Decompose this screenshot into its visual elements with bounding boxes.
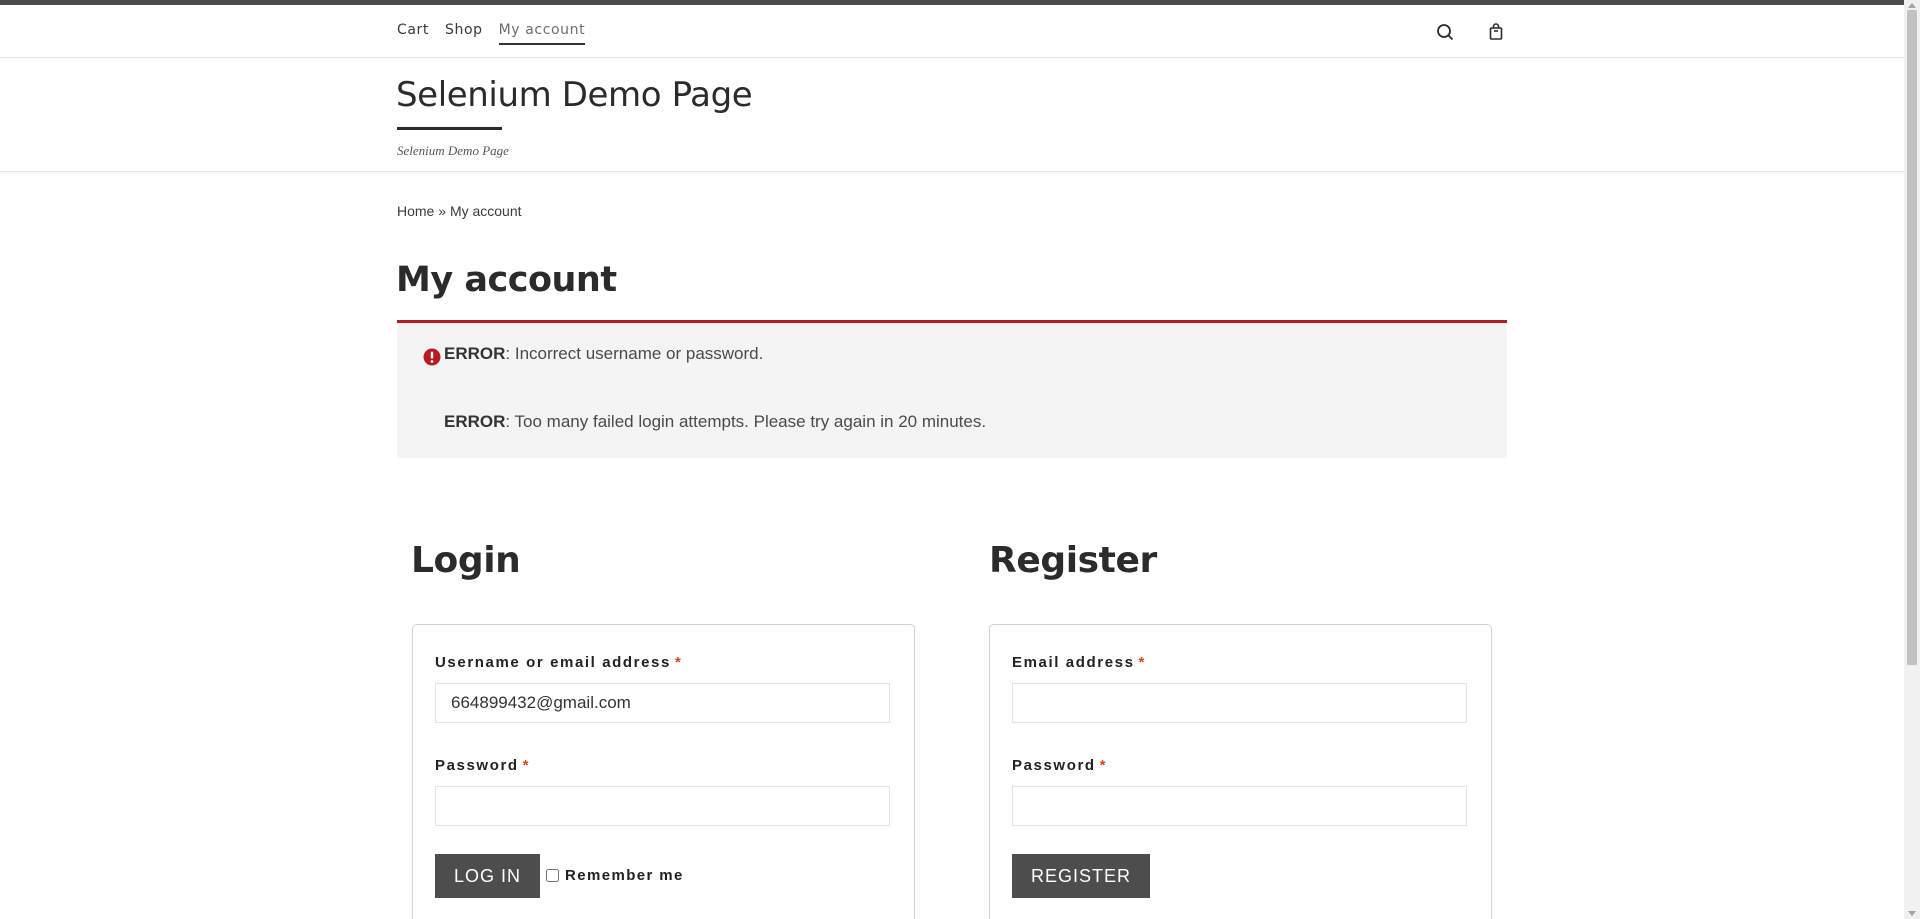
log-in-button[interactable]: LOG IN [435,854,541,898]
scroll-up-arrow[interactable] [1908,3,1916,8]
login-form: Username or email address* Password* LOG… [412,624,915,919]
error-text: : Incorrect username or password. [505,344,764,363]
shopping-bag-icon[interactable] [1485,21,1507,43]
required-marker: * [1138,654,1146,671]
register-heading: Register [989,540,1157,581]
error-icon [423,348,441,366]
register-password-field[interactable] [1012,786,1467,826]
breadcrumb-home[interactable]: Home [397,203,434,219]
register-button[interactable]: REGISTER [1012,854,1151,898]
nav-my-account[interactable]: My account [498,22,586,45]
scroll-thumb[interactable] [1907,10,1917,665]
register-email-field[interactable] [1012,683,1467,723]
remember-me[interactable]: Remember me [546,867,684,884]
email-label: Email address * [1012,654,1146,671]
error-notice: ERROR: Incorrect username or password. E… [397,320,1507,458]
required-marker: * [522,757,531,774]
nav-cart[interactable]: Cart [397,22,429,45]
error-label: ERROR [444,344,506,363]
error-text: : Too many failed login attempts. Please… [505,412,987,431]
username-label: Username or email address * [435,654,683,671]
password-label: Password * [435,757,531,774]
page-title: My account [396,260,617,300]
site-title[interactable]: Selenium Demo Page [396,75,753,115]
vertical-scrollbar[interactable] [1904,0,1920,919]
breadcrumb-separator: » [434,203,450,219]
remember-me-checkbox[interactable] [546,869,559,882]
required-marker: * [1099,757,1108,774]
required-marker: * [674,654,683,671]
error-label: ERROR [444,412,506,431]
breadcrumb: Home » My account [397,203,522,219]
search-icon[interactable] [1434,21,1456,43]
title-underline [397,127,502,130]
register-password-label: Password * [1012,757,1108,774]
username-field[interactable] [435,683,890,723]
scroll-down-arrow[interactable] [1908,911,1916,916]
register-form: Email address * Password * REGISTER [989,624,1492,919]
error-message-1: ERROR: Incorrect username or password. [444,344,763,364]
primary-nav: Cart Shop My account [397,22,586,45]
nav-shop[interactable]: Shop [445,22,483,45]
breadcrumb-current: My account [449,203,522,219]
login-heading: Login [411,540,521,581]
remember-me-label: Remember me [565,867,684,884]
site-tagline: Selenium Demo Page [397,143,509,158]
error-message-2: ERROR: Too many failed login attempts. P… [444,412,986,432]
top-navigation-bar: Cart Shop My account [0,5,1904,58]
password-field[interactable] [435,786,890,826]
site-branding: Selenium Demo Page Selenium Demo Page [0,59,1904,172]
